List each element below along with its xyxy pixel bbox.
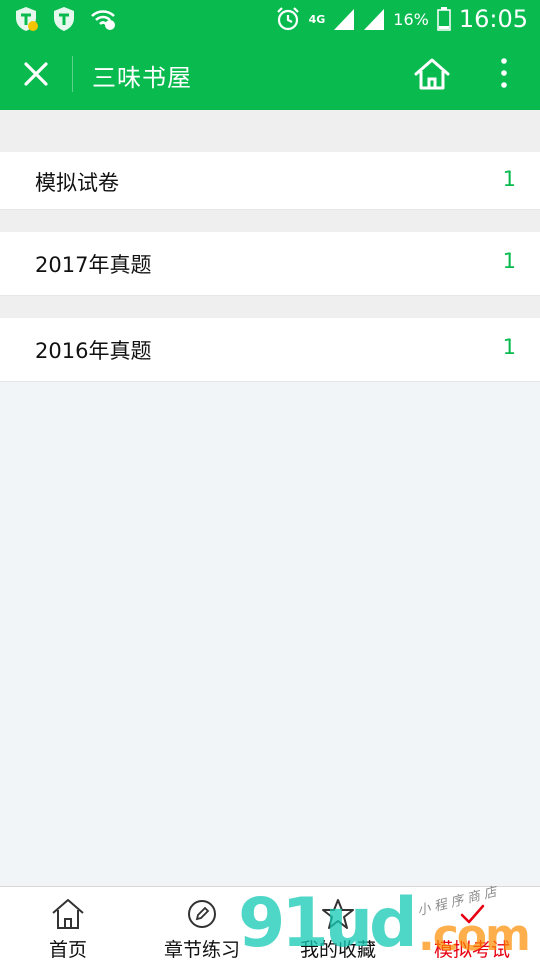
list-item-label: 模拟试卷	[35, 171, 119, 195]
tab-label: 首页	[48, 939, 87, 960]
app-header: 三味书屋	[0, 38, 540, 110]
list-item-label: 2017年真题	[35, 253, 152, 277]
star-icon	[322, 899, 354, 929]
home-icon	[52, 899, 84, 929]
list-item[interactable]: 2016年真题 1	[0, 318, 540, 382]
pencil-icon	[188, 900, 216, 928]
list-item-label: 2016年真题	[35, 339, 152, 363]
close-icon	[24, 62, 48, 86]
top-gap	[0, 110, 540, 152]
close-button[interactable]	[18, 56, 54, 92]
tab-home[interactable]: 首页	[8, 887, 128, 960]
alarm-icon	[276, 7, 299, 31]
check-icon	[460, 904, 485, 924]
list-item-count: 1	[502, 249, 516, 273]
wifi-icon	[91, 10, 115, 30]
home-button[interactable]	[412, 56, 452, 92]
shield-icon	[54, 7, 74, 31]
more-menu-button[interactable]	[492, 56, 516, 92]
battery-icon	[437, 7, 451, 31]
battery-percent: 16%	[393, 9, 429, 29]
status-bar: 4G 16% 16:05	[0, 0, 540, 38]
tab-label: 模拟考试	[433, 939, 510, 960]
header-divider	[72, 56, 73, 92]
signal-icon	[364, 9, 385, 30]
signal-icon	[334, 9, 355, 30]
bottom-tab-bar: 首页 章节练习 我的收藏 模拟考试	[0, 886, 540, 960]
section-gap	[0, 296, 540, 318]
list-item[interactable]: 模拟试卷 1	[0, 152, 540, 210]
content-area: 模拟试卷 1 2017年真题 1 2016年真题 1	[0, 110, 540, 886]
tab-favorites[interactable]: 我的收藏	[278, 887, 398, 960]
list-item-count: 1	[502, 335, 516, 359]
tab-chapter-practice[interactable]: 章节练习	[142, 887, 262, 960]
status-left-icons	[14, 6, 116, 32]
tab-label: 我的收藏	[299, 939, 376, 960]
home-icon	[414, 58, 450, 90]
status-right: 4G 16% 16:05	[275, 4, 528, 34]
tab-label: 章节练习	[163, 939, 240, 960]
more-vertical-icon	[501, 58, 507, 88]
shield-icon	[16, 7, 38, 31]
clock: 16:05	[458, 5, 528, 33]
list-item-count: 1	[502, 167, 516, 191]
section-gap	[0, 210, 540, 232]
list-item[interactable]: 2017年真题 1	[0, 232, 540, 296]
page-title: 三味书屋	[92, 64, 192, 92]
tab-mock-exam[interactable]: 模拟考试	[412, 887, 532, 960]
network-type: 4G	[308, 12, 326, 26]
